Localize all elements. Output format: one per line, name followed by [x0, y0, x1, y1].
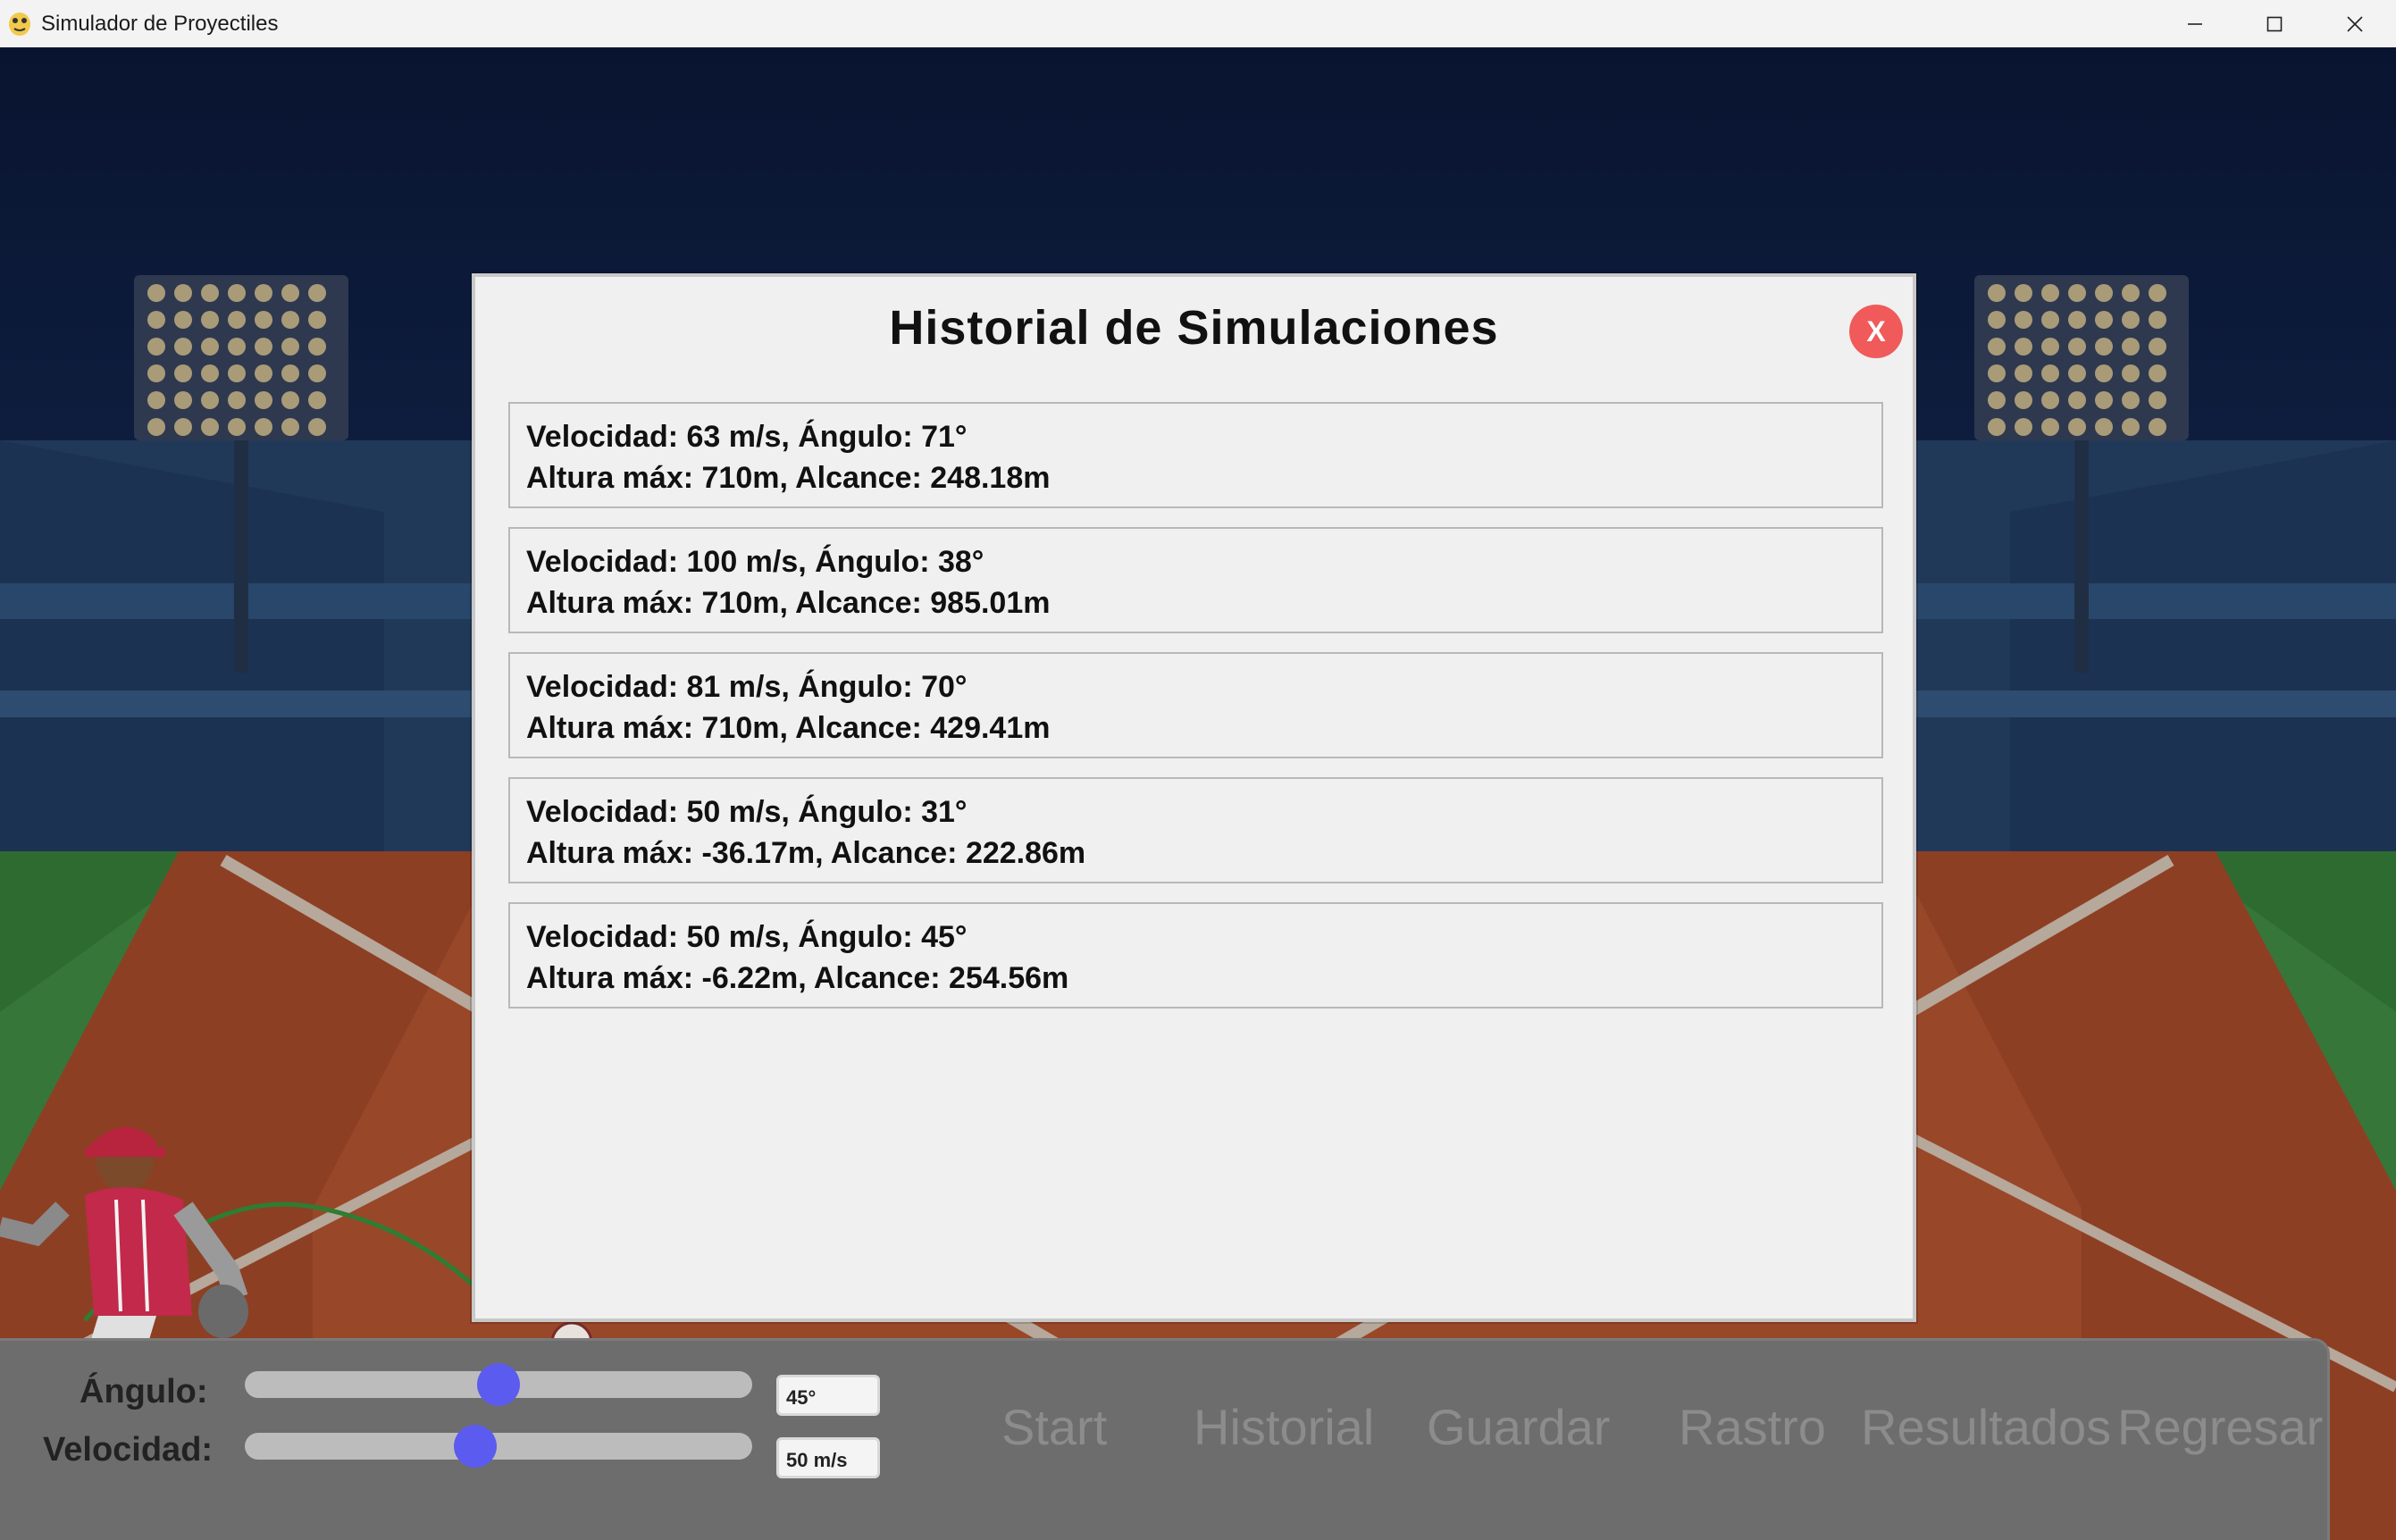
angle-slider-thumb[interactable] — [477, 1363, 520, 1406]
history-record: Velocidad: 50 m/s, Ángulo: 31° Altura má… — [508, 777, 1883, 883]
history-record: Velocidad: 100 m/s, Ángulo: 38° Altura m… — [508, 527, 1883, 633]
record-results: Altura máx: 710m, Alcance: 429.41m — [526, 711, 1051, 745]
window-titlebar: Simulador de Proyectiles — [0, 0, 2396, 48]
record-results: Altura máx: -36.17m, Alcance: 222.86m — [526, 836, 1086, 870]
velocity-label: Velocidad: — [43, 1431, 214, 1469]
minimize-button[interactable] — [2154, 0, 2236, 47]
history-records-list: Velocidad: 63 m/s, Ángulo: 71° Altura má… — [508, 402, 1883, 1027]
record-launch-params: Velocidad: 81 m/s, Ángulo: 70° — [526, 670, 968, 704]
angle-slider[interactable] — [245, 1363, 752, 1406]
record-results: Altura máx: 710m, Alcance: 248.18m — [526, 461, 1051, 495]
regresar-button[interactable]: Regresar — [2117, 1398, 2323, 1456]
close-icon — [2347, 15, 2363, 32]
start-button[interactable]: Start — [1001, 1398, 1107, 1456]
maximize-button[interactable] — [2233, 0, 2316, 47]
record-results: Altura máx: -6.22m, Alcance: 254.56m — [526, 961, 1069, 995]
velocity-value-field[interactable]: 50 m/s — [776, 1437, 880, 1478]
maximize-icon — [2266, 16, 2283, 31]
guardar-button[interactable]: Guardar — [1427, 1398, 1610, 1456]
resultados-button[interactable]: Resultados — [1861, 1398, 2111, 1456]
angle-label: Ángulo: — [80, 1373, 208, 1410]
velocity-slider-thumb[interactable] — [454, 1425, 497, 1468]
record-launch-params: Velocidad: 100 m/s, Ángulo: 38° — [526, 545, 984, 579]
historial-button[interactable]: Historial — [1194, 1398, 1374, 1456]
record-results: Altura máx: 710m, Alcance: 985.01m — [526, 586, 1051, 620]
python-app-icon — [9, 13, 30, 36]
control-panel: Ángulo: 45° Velocidad: 50 m/s Start Hist… — [0, 1338, 2330, 1540]
dialog-title: Historial de Simulaciones — [889, 301, 1499, 355]
velocity-slider[interactable] — [245, 1425, 752, 1468]
record-launch-params: Velocidad: 50 m/s, Ángulo: 45° — [526, 920, 968, 954]
angle-value-field[interactable]: 45° — [776, 1375, 880, 1416]
record-launch-params: Velocidad: 63 m/s, Ángulo: 71° — [526, 420, 968, 454]
dialog-close-button[interactable]: X — [1849, 305, 1903, 358]
window-close-button[interactable] — [2314, 0, 2396, 47]
history-dialog: Historial de Simulaciones X Velocidad: 6… — [472, 273, 1916, 1322]
minimize-icon — [2188, 22, 2202, 25]
history-record: Velocidad: 50 m/s, Ángulo: 45° Altura má… — [508, 902, 1883, 1009]
window-title: Simulador de Proyectiles — [41, 12, 279, 36]
record-launch-params: Velocidad: 50 m/s, Ángulo: 31° — [526, 795, 968, 829]
rastro-button[interactable]: Rastro — [1679, 1398, 1826, 1456]
history-record: Velocidad: 81 m/s, Ángulo: 70° Altura má… — [508, 652, 1883, 758]
history-record: Velocidad: 63 m/s, Ángulo: 71° Altura má… — [508, 402, 1883, 508]
